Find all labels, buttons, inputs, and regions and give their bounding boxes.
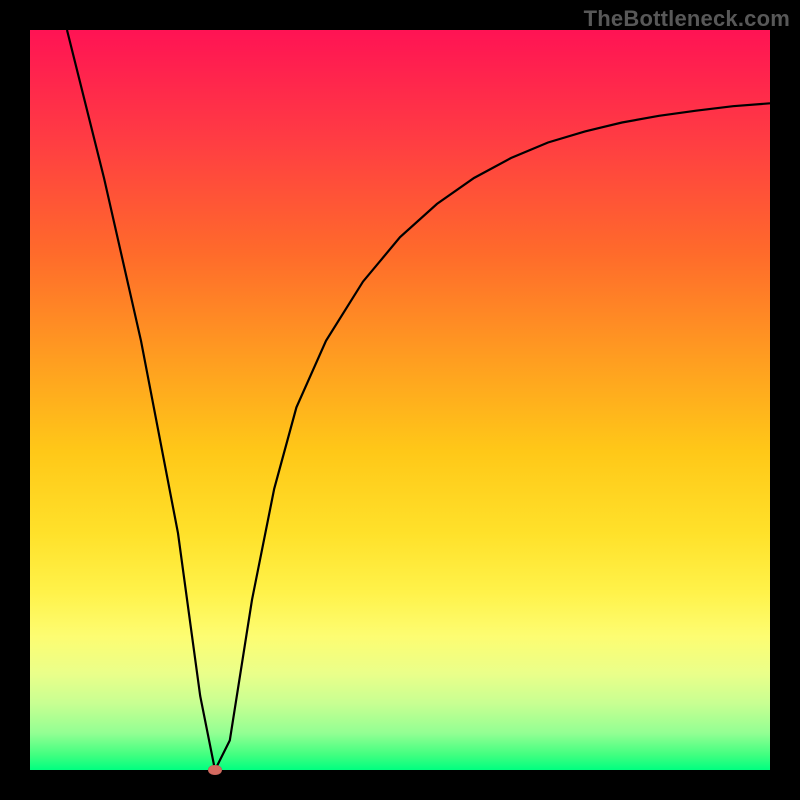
bottleneck-curve: [67, 30, 770, 770]
plot-area: [30, 30, 770, 770]
curve-svg: [30, 30, 770, 770]
chart-stage: TheBottleneck.com: [0, 0, 800, 800]
marker-dot: [208, 765, 222, 775]
watermark-text: TheBottleneck.com: [584, 6, 790, 32]
